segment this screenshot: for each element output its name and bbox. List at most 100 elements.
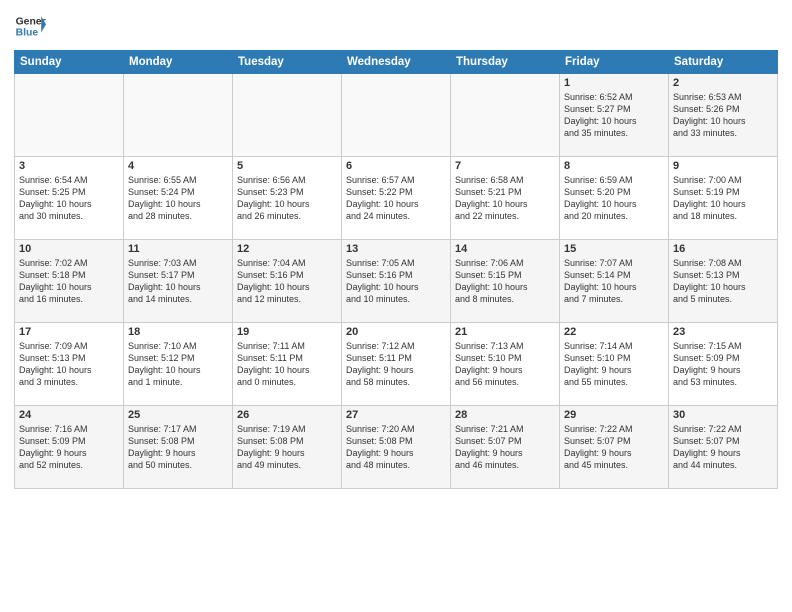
day-info: Sunrise: 6:59 AM Sunset: 5:20 PM Dayligh… [564, 174, 664, 223]
day-number: 20 [346, 326, 446, 338]
day-info: Sunrise: 7:22 AM Sunset: 5:07 PM Dayligh… [673, 423, 773, 472]
day-number: 16 [673, 243, 773, 255]
calendar-cell [233, 74, 342, 157]
day-info: Sunrise: 7:11 AM Sunset: 5:11 PM Dayligh… [237, 340, 337, 389]
weekday-header-monday: Monday [124, 51, 233, 74]
calendar-cell: 30 Sunrise: 7:22 AM Sunset: 5:07 PM Dayli… [669, 406, 778, 489]
calendar-cell: 5 Sunrise: 6:56 AM Sunset: 5:23 PM Daylig… [233, 157, 342, 240]
day-number: 29 [564, 409, 664, 421]
calendar-cell: 4 Sunrise: 6:55 AM Sunset: 5:24 PM Daylig… [124, 157, 233, 240]
day-number: 28 [455, 409, 555, 421]
day-info: Sunrise: 6:55 AM Sunset: 5:24 PM Dayligh… [128, 174, 228, 223]
day-info: Sunrise: 7:03 AM Sunset: 5:17 PM Dayligh… [128, 257, 228, 306]
day-number: 7 [455, 160, 555, 172]
day-info: Sunrise: 7:17 AM Sunset: 5:08 PM Dayligh… [128, 423, 228, 472]
calendar-cell: 8 Sunrise: 6:59 AM Sunset: 5:20 PM Daylig… [560, 157, 669, 240]
weekday-header-friday: Friday [560, 51, 669, 74]
calendar-cell: 11 Sunrise: 7:03 AM Sunset: 5:17 PM Dayli… [124, 240, 233, 323]
calendar-cell: 27 Sunrise: 7:20 AM Sunset: 5:08 PM Dayli… [342, 406, 451, 489]
calendar-cell: 3 Sunrise: 6:54 AM Sunset: 5:25 PM Daylig… [15, 157, 124, 240]
calendar-week-row: 17 Sunrise: 7:09 AM Sunset: 5:13 PM Dayli… [15, 323, 778, 406]
day-info: Sunrise: 7:13 AM Sunset: 5:10 PM Dayligh… [455, 340, 555, 389]
day-number: 27 [346, 409, 446, 421]
day-number: 9 [673, 160, 773, 172]
logo: General Blue [14, 10, 46, 42]
day-info: Sunrise: 7:04 AM Sunset: 5:16 PM Dayligh… [237, 257, 337, 306]
day-info: Sunrise: 7:02 AM Sunset: 5:18 PM Dayligh… [19, 257, 119, 306]
day-number: 21 [455, 326, 555, 338]
calendar-cell: 28 Sunrise: 7:21 AM Sunset: 5:07 PM Dayli… [451, 406, 560, 489]
calendar-cell: 25Sunrise: 7:17 AM Sunset: 5:08 PM Dayli… [124, 406, 233, 489]
calendar-cell: 26 Sunrise: 7:19 AM Sunset: 5:08 PM Dayli… [233, 406, 342, 489]
day-info: Sunrise: 7:05 AM Sunset: 5:16 PM Dayligh… [346, 257, 446, 306]
calendar-week-row: 3 Sunrise: 6:54 AM Sunset: 5:25 PM Daylig… [15, 157, 778, 240]
day-number: 10 [19, 243, 119, 255]
day-info: Sunrise: 6:54 AM Sunset: 5:25 PM Dayligh… [19, 174, 119, 223]
day-number: 15 [564, 243, 664, 255]
day-info: Sunrise: 7:20 AM Sunset: 5:08 PM Dayligh… [346, 423, 446, 472]
logo-icon: General Blue [14, 10, 46, 42]
calendar-cell: 21 Sunrise: 7:13 AM Sunset: 5:10 PM Dayli… [451, 323, 560, 406]
day-number: 6 [346, 160, 446, 172]
calendar-cell: 7 Sunrise: 6:58 AM Sunset: 5:21 PM Daylig… [451, 157, 560, 240]
calendar-cell [15, 74, 124, 157]
calendar-week-row: 24Sunrise: 7:16 AM Sunset: 5:09 PM Dayli… [15, 406, 778, 489]
day-number: 13 [346, 243, 446, 255]
svg-text:Blue: Blue [16, 28, 39, 39]
page-container: General Blue SundayMondayTuesdayWednesda… [0, 0, 792, 495]
day-number: 11 [128, 243, 228, 255]
day-info: Sunrise: 7:21 AM Sunset: 5:07 PM Dayligh… [455, 423, 555, 472]
calendar-cell: 14 Sunrise: 7:06 AM Sunset: 5:15 PM Dayli… [451, 240, 560, 323]
day-info: Sunrise: 7:07 AM Sunset: 5:14 PM Dayligh… [564, 257, 664, 306]
day-info: Sunrise: 7:06 AM Sunset: 5:15 PM Dayligh… [455, 257, 555, 306]
day-number: 4 [128, 160, 228, 172]
calendar-week-row: 10 Sunrise: 7:02 AM Sunset: 5:18 PM Dayli… [15, 240, 778, 323]
day-number: 17 [19, 326, 119, 338]
calendar-cell: 19 Sunrise: 7:11 AM Sunset: 5:11 PM Dayli… [233, 323, 342, 406]
calendar-cell: 20 Sunrise: 7:12 AM Sunset: 5:11 PM Dayli… [342, 323, 451, 406]
calendar-header-row: SundayMondayTuesdayWednesdayThursdayFrid… [15, 51, 778, 74]
calendar-cell: 22Sunrise: 7:14 AM Sunset: 5:10 PM Dayli… [560, 323, 669, 406]
day-info: Sunrise: 6:58 AM Sunset: 5:21 PM Dayligh… [455, 174, 555, 223]
day-number: 24 [19, 409, 119, 421]
header: General Blue [14, 10, 778, 42]
calendar-cell: 1Sunrise: 6:52 AM Sunset: 5:27 PM Daylig… [560, 74, 669, 157]
day-number: 30 [673, 409, 773, 421]
day-info: Sunrise: 7:12 AM Sunset: 5:11 PM Dayligh… [346, 340, 446, 389]
day-number: 26 [237, 409, 337, 421]
day-info: Sunrise: 7:00 AM Sunset: 5:19 PM Dayligh… [673, 174, 773, 223]
day-info: Sunrise: 6:52 AM Sunset: 5:27 PM Dayligh… [564, 91, 664, 140]
calendar-cell: 13 Sunrise: 7:05 AM Sunset: 5:16 PM Dayli… [342, 240, 451, 323]
day-number: 18 [128, 326, 228, 338]
calendar-cell: 17 Sunrise: 7:09 AM Sunset: 5:13 PM Dayli… [15, 323, 124, 406]
calendar-cell: 6 Sunrise: 6:57 AM Sunset: 5:22 PM Daylig… [342, 157, 451, 240]
day-number: 8 [564, 160, 664, 172]
calendar-cell: 2 Sunrise: 6:53 AM Sunset: 5:26 PM Daylig… [669, 74, 778, 157]
weekday-header-wednesday: Wednesday [342, 51, 451, 74]
calendar-cell: 15 Sunrise: 7:07 AM Sunset: 5:14 PM Dayli… [560, 240, 669, 323]
day-number: 23 [673, 326, 773, 338]
calendar-cell: 12Sunrise: 7:04 AM Sunset: 5:16 PM Dayli… [233, 240, 342, 323]
day-info: Sunrise: 7:09 AM Sunset: 5:13 PM Dayligh… [19, 340, 119, 389]
calendar-cell: 23Sunrise: 7:15 AM Sunset: 5:09 PM Dayli… [669, 323, 778, 406]
calendar-cell [342, 74, 451, 157]
day-info: Sunrise: 7:22 AM Sunset: 5:07 PM Dayligh… [564, 423, 664, 472]
weekday-header-tuesday: Tuesday [233, 51, 342, 74]
weekday-header-sunday: Sunday [15, 51, 124, 74]
calendar-cell: 16Sunrise: 7:08 AM Sunset: 5:13 PM Dayli… [669, 240, 778, 323]
calendar-cell: 24Sunrise: 7:16 AM Sunset: 5:09 PM Dayli… [15, 406, 124, 489]
calendar-cell: 10 Sunrise: 7:02 AM Sunset: 5:18 PM Dayli… [15, 240, 124, 323]
day-number: 2 [673, 77, 773, 89]
day-number: 5 [237, 160, 337, 172]
day-info: Sunrise: 6:53 AM Sunset: 5:26 PM Dayligh… [673, 91, 773, 140]
calendar-table: SundayMondayTuesdayWednesdayThursdayFrid… [14, 50, 778, 489]
calendar-cell [124, 74, 233, 157]
day-info: Sunrise: 7:19 AM Sunset: 5:08 PM Dayligh… [237, 423, 337, 472]
calendar-cell: 18Sunrise: 7:10 AM Sunset: 5:12 PM Dayli… [124, 323, 233, 406]
day-info: Sunrise: 6:56 AM Sunset: 5:23 PM Dayligh… [237, 174, 337, 223]
day-number: 3 [19, 160, 119, 172]
day-info: Sunrise: 7:14 AM Sunset: 5:10 PM Dayligh… [564, 340, 664, 389]
day-number: 14 [455, 243, 555, 255]
day-number: 19 [237, 326, 337, 338]
day-info: Sunrise: 6:57 AM Sunset: 5:22 PM Dayligh… [346, 174, 446, 223]
